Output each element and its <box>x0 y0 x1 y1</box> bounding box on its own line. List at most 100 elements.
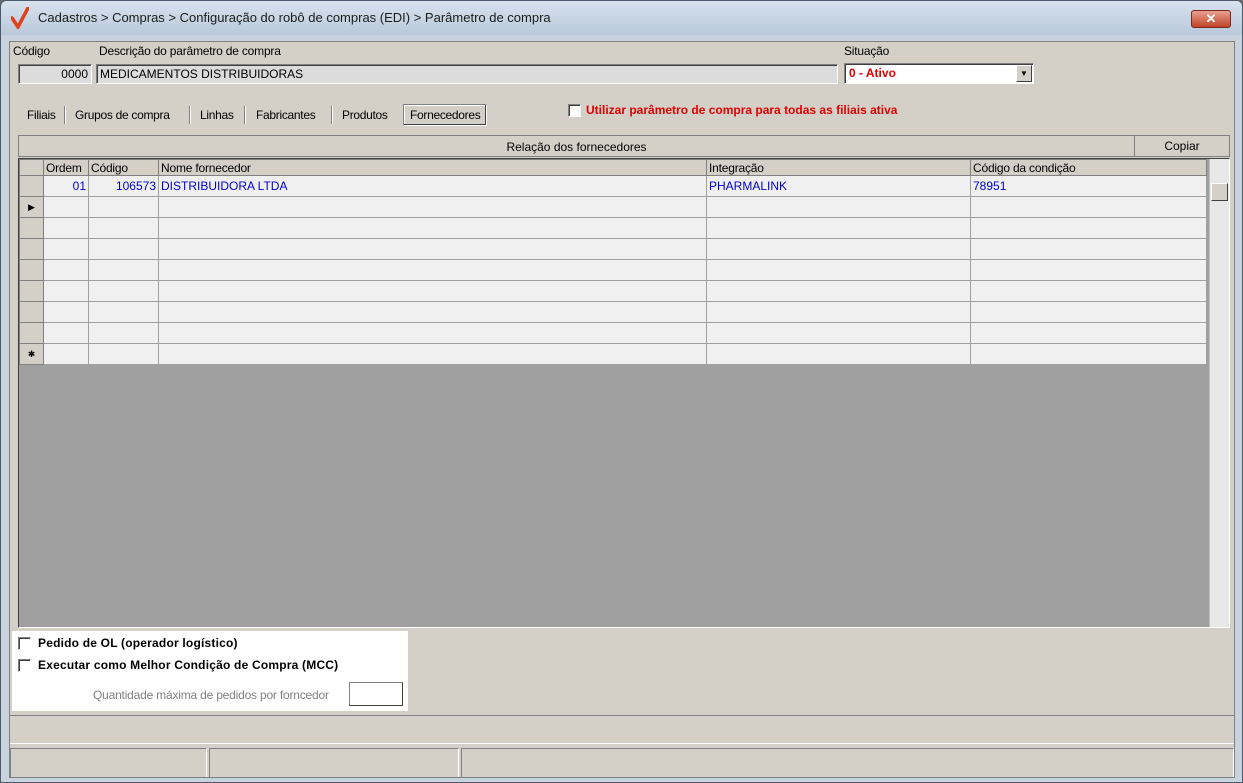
all-branches-label[interactable]: Utilizar parâmetro de compra para todas … <box>586 103 897 117</box>
descricao-field[interactable]: MEDICAMENTOS DISTRIBUIDORAS <box>96 64 838 84</box>
empty-cell[interactable] <box>43 259 89 281</box>
suppliers-table: Ordem Código Nome fornecedor Integração … <box>19 159 1207 365</box>
empty-cell[interactable] <box>706 322 971 344</box>
column-header-ordem[interactable]: Ordem <box>43 159 89 176</box>
empty-cell[interactable] <box>158 343 707 365</box>
column-header-codigo-condicao[interactable]: Código da condição <box>970 159 1207 176</box>
empty-cell[interactable] <box>88 280 159 302</box>
column-header-nome-fornecedor[interactable]: Nome fornecedor <box>158 159 707 176</box>
empty-cell[interactable] <box>158 259 707 281</box>
tab-linhas[interactable]: Linhas <box>200 108 234 122</box>
empty-cell[interactable] <box>158 217 707 239</box>
empty-cell[interactable] <box>88 259 159 281</box>
empty-cell[interactable] <box>43 280 89 302</box>
empty-cell[interactable] <box>158 322 707 344</box>
row-indicator[interactable] <box>19 238 44 260</box>
table-row[interactable] <box>19 322 1207 344</box>
table-row[interactable] <box>19 259 1207 281</box>
cell-integracao[interactable]: PHARMALINK <box>706 175 971 197</box>
row-indicator[interactable] <box>19 175 44 197</box>
all-branches-checkbox[interactable] <box>568 104 581 117</box>
codigo-field[interactable]: 0000 <box>18 64 92 84</box>
empty-cell[interactable] <box>706 196 971 218</box>
vertical-scrollbar[interactable] <box>1209 159 1229 627</box>
empty-cell[interactable] <box>43 196 89 218</box>
empty-cell[interactable] <box>88 322 159 344</box>
empty-cell[interactable] <box>158 301 707 323</box>
empty-cell[interactable] <box>88 217 159 239</box>
empty-cell[interactable] <box>88 196 159 218</box>
empty-cell[interactable] <box>706 280 971 302</box>
close-button[interactable]: ✕ <box>1191 10 1231 28</box>
table-row[interactable]: ▶ <box>19 196 1207 218</box>
empty-cell[interactable] <box>970 343 1207 365</box>
new-row-asterisk-icon[interactable]: ✱ <box>19 343 44 365</box>
empty-cell[interactable] <box>43 238 89 260</box>
empty-cell[interactable] <box>43 343 89 365</box>
cell-nome-fornecedor[interactable]: DISTRIBUIDORA LTDA <box>158 175 707 197</box>
tab-fabricantes[interactable]: Fabricantes <box>256 108 316 122</box>
cell-ordem[interactable]: 01 <box>43 175 89 197</box>
mcc-label[interactable]: Executar como Melhor Condição de Compra … <box>38 658 338 672</box>
empty-cell[interactable] <box>158 196 707 218</box>
empty-cell[interactable] <box>706 301 971 323</box>
row-indicator[interactable] <box>19 259 44 281</box>
empty-cell[interactable] <box>43 301 89 323</box>
codigo-label: Código <box>13 44 50 58</box>
column-header-codigo[interactable]: Código <box>88 159 159 176</box>
empty-cell[interactable] <box>158 238 707 260</box>
empty-cell[interactable] <box>43 322 89 344</box>
table-row[interactable] <box>19 238 1207 260</box>
table-row[interactable]: 01 106573 DISTRIBUIDORA LTDA PHARMALINK … <box>19 175 1207 197</box>
pedido-ol-label[interactable]: Pedido de OL (operador logístico) <box>38 636 238 650</box>
empty-cell[interactable] <box>88 343 159 365</box>
pedido-ol-checkbox[interactable] <box>18 637 31 650</box>
scrollbar-thumb[interactable] <box>1211 183 1228 201</box>
empty-cell[interactable] <box>970 196 1207 218</box>
row-indicator[interactable] <box>19 322 44 344</box>
cell-codigo-condicao[interactable]: 78951 <box>970 175 1207 197</box>
empty-cell[interactable] <box>970 280 1207 302</box>
empty-cell[interactable] <box>970 259 1207 281</box>
max-pedidos-label: Quantidade máxima de pedidos por fornced… <box>93 688 329 702</box>
empty-cell[interactable] <box>706 238 971 260</box>
suppliers-grid[interactable]: Ordem Código Nome fornecedor Integração … <box>18 158 1230 628</box>
empty-cell[interactable] <box>970 322 1207 344</box>
tab-filiais[interactable]: Filiais <box>27 108 56 122</box>
situacao-select[interactable]: 0 - Ativo ▼ <box>844 63 1034 84</box>
current-row-arrow-icon[interactable]: ▶ <box>19 196 44 218</box>
column-header-integracao[interactable]: Integração <box>706 159 971 176</box>
table-row[interactable] <box>19 280 1207 302</box>
table-row[interactable]: ✱ <box>19 343 1207 365</box>
title-bar: Cadastros > Compras > Configuração do ro… <box>1 1 1242 35</box>
table-row[interactable] <box>19 301 1207 323</box>
tab-produtos[interactable]: Produtos <box>342 108 388 122</box>
grid-title: Relação dos fornecedores <box>506 140 647 154</box>
row-indicator[interactable] <box>19 301 44 323</box>
empty-cell[interactable] <box>158 280 707 302</box>
tab-divider <box>64 106 66 124</box>
tab-grupos-de-compra[interactable]: Grupos de compra <box>75 108 170 122</box>
row-indicator[interactable] <box>19 280 44 302</box>
empty-cell[interactable] <box>970 238 1207 260</box>
cell-codigo[interactable]: 106573 <box>88 175 159 197</box>
table-row[interactable] <box>19 217 1207 239</box>
status-panel <box>209 748 459 777</box>
empty-cell[interactable] <box>970 217 1207 239</box>
empty-cell[interactable] <box>43 217 89 239</box>
empty-cell[interactable] <box>706 217 971 239</box>
empty-cell[interactable] <box>706 259 971 281</box>
main-window: Cadastros > Compras > Configuração do ro… <box>0 0 1243 783</box>
tab-fornecedores[interactable]: Fornecedores <box>403 104 488 126</box>
status-panel <box>10 748 207 777</box>
chevron-down-icon[interactable]: ▼ <box>1016 65 1032 82</box>
max-pedidos-input[interactable] <box>349 682 403 706</box>
empty-cell[interactable] <box>706 343 971 365</box>
empty-cell[interactable] <box>88 301 159 323</box>
mcc-checkbox[interactable] <box>18 659 31 672</box>
empty-cell[interactable] <box>88 238 159 260</box>
empty-cell[interactable] <box>970 301 1207 323</box>
window-title: Cadastros > Compras > Configuração do ro… <box>38 10 551 25</box>
row-indicator[interactable] <box>19 217 44 239</box>
copy-button[interactable]: Copiar <box>1134 136 1229 156</box>
